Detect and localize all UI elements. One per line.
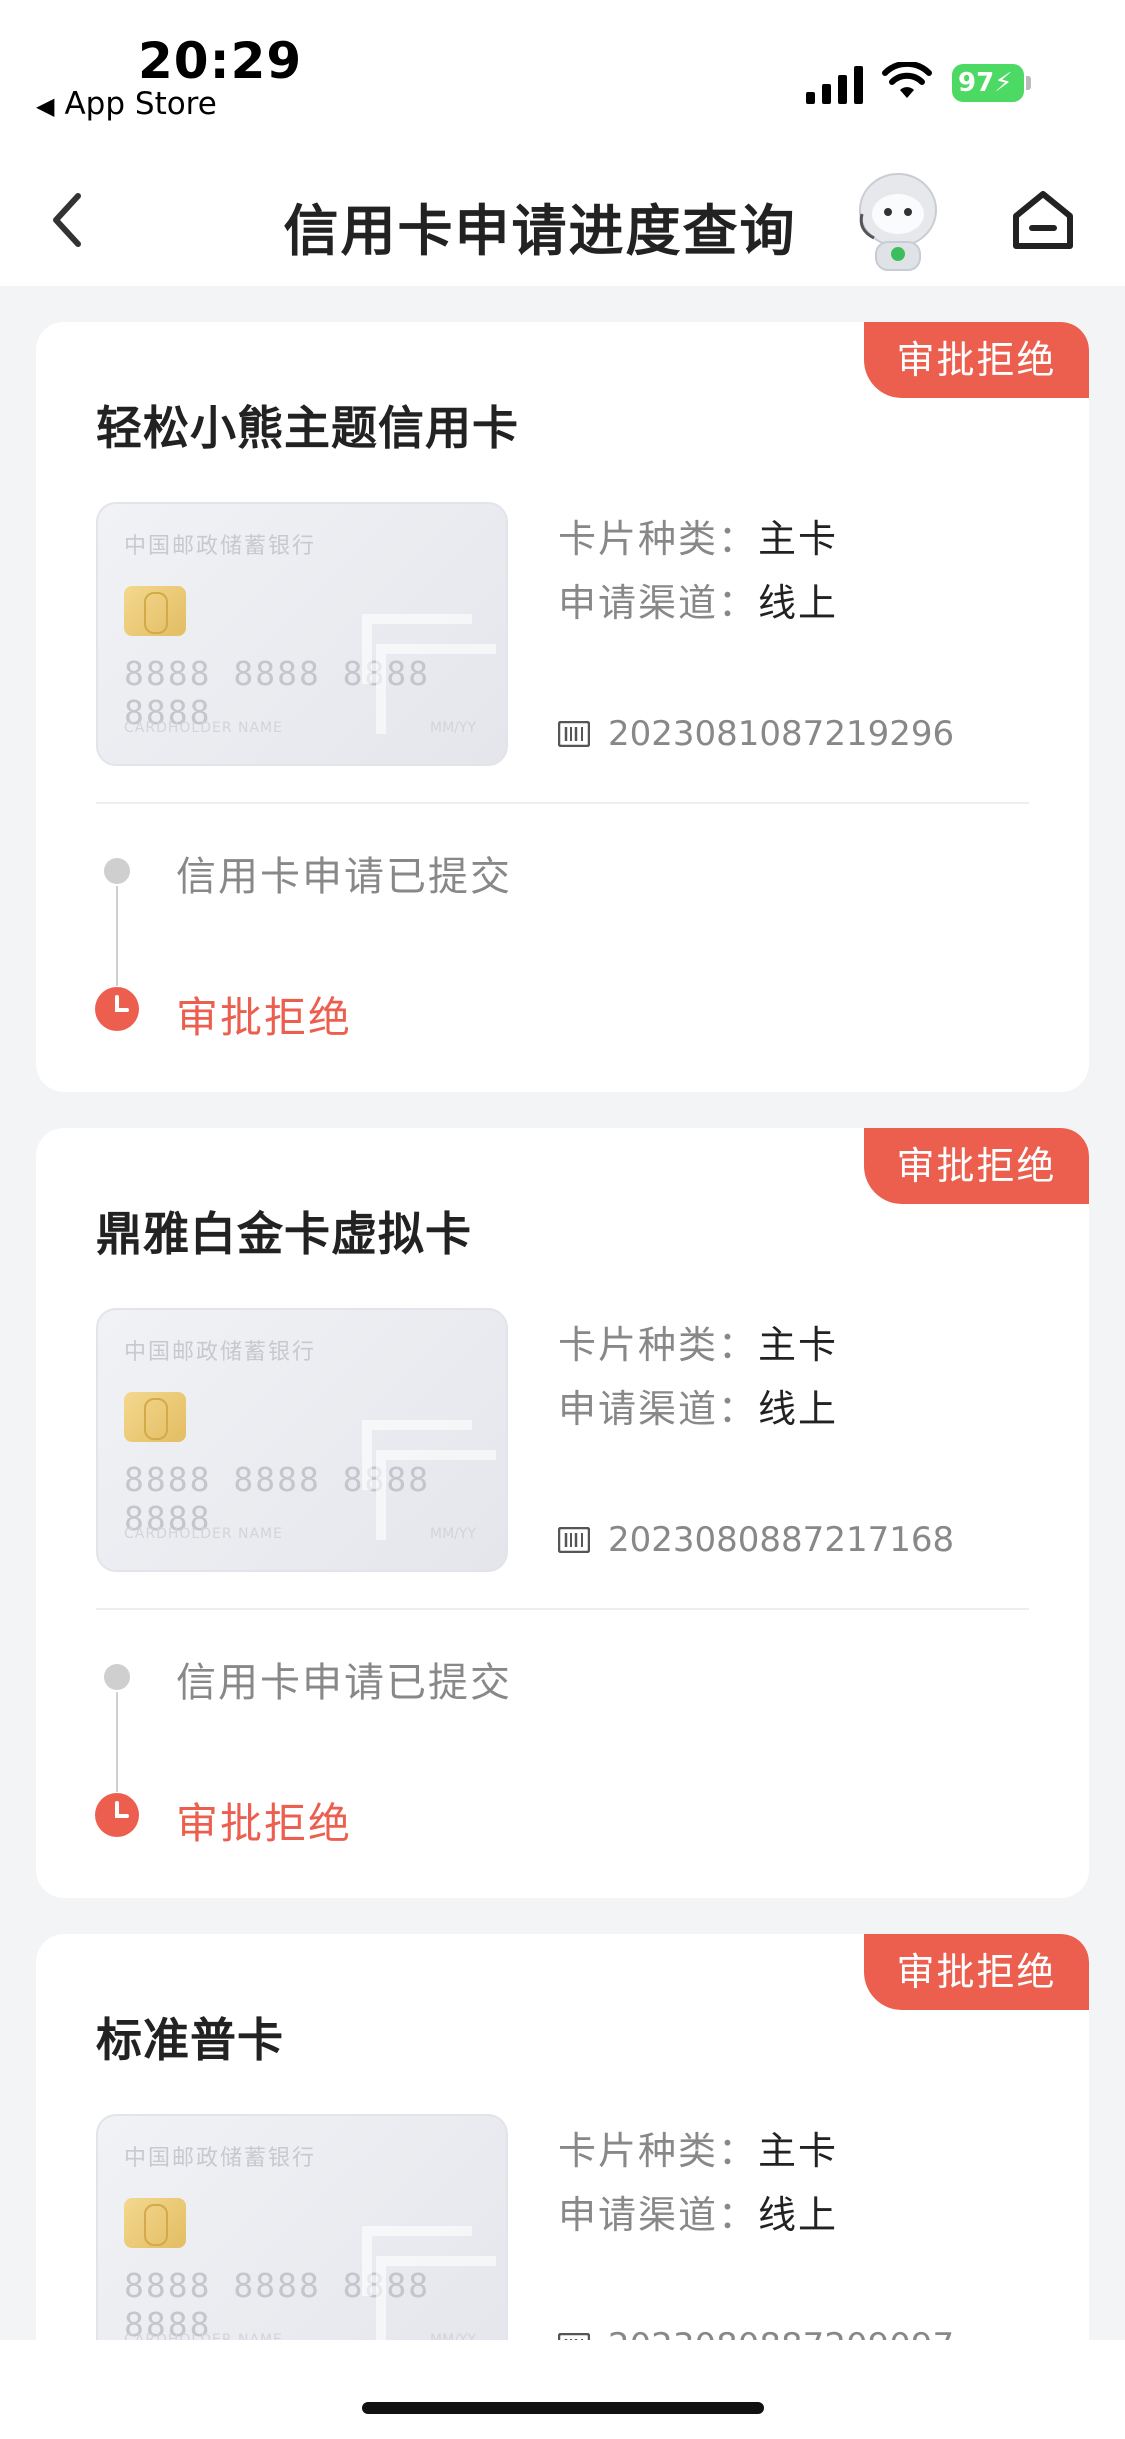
- channel-row: 申请渠道：线上: [558, 581, 839, 625]
- timeline-step-rejected: 审批拒绝: [176, 993, 353, 1042]
- assistant-robot-icon[interactable]: [848, 168, 948, 274]
- timeline-step-rejected: 审批拒绝: [176, 1799, 353, 1848]
- back-to-app-store-link[interactable]: ◀ App Store: [36, 86, 217, 122]
- card-type-row: 卡片种类：主卡: [558, 1323, 839, 1367]
- timeline-dot-icon: [104, 858, 130, 884]
- cardholder-placeholder: CARDHOLDER NAME: [124, 1526, 283, 1542]
- card-product-name: 标准普卡: [96, 2013, 284, 2067]
- card-bank-name: 中国邮政储蓄银行: [124, 1340, 317, 1365]
- bottom-safe-area: [0, 2340, 1125, 2439]
- divider: [96, 1608, 1029, 1610]
- status-bar: 20:29 ◀ App Store 97⚡: [0, 0, 1125, 150]
- card-type-value: 主卡: [758, 1323, 839, 1367]
- divider: [96, 802, 1029, 804]
- clock-icon: [95, 1793, 139, 1837]
- card-chip-icon: [124, 586, 186, 636]
- wifi-icon: [882, 62, 932, 98]
- card-type-value: 主卡: [758, 517, 839, 561]
- card-type-row: 卡片种类：主卡: [558, 517, 839, 561]
- credit-card-image: 中国邮政储蓄银行 8888 8888 8888 8888 CARDHOLDER …: [96, 1308, 508, 1572]
- card-chip-icon: [124, 2198, 186, 2248]
- back-triangle-icon: ◀: [36, 92, 55, 120]
- card-bank-name: 中国邮政储蓄银行: [124, 2146, 317, 2171]
- credit-card-image: 中国邮政储蓄银行 8888 8888 8888 8888 CARDHOLDER …: [96, 502, 508, 766]
- cellular-signal-icon: [806, 66, 863, 104]
- application-id: 2023080887217168: [608, 1520, 955, 1560]
- channel-row: 申请渠道：线上: [558, 2193, 839, 2237]
- timeline-step-submitted: 信用卡申请已提交: [176, 1660, 512, 1706]
- application-card[interactable]: 审批拒绝 鼎雅白金卡虚拟卡 中国邮政储蓄银行 8888 8888 8888 88…: [36, 1128, 1089, 1898]
- back-app-label: App Store: [64, 86, 217, 122]
- battery-level: 97⚡: [952, 64, 1024, 102]
- credit-card-image: 中国邮政储蓄银行 8888 8888 8888 8888 CARDHOLDER …: [96, 2114, 508, 2378]
- timeline-line: [116, 886, 118, 986]
- home-icon[interactable]: [1010, 188, 1076, 252]
- clock-icon: [95, 987, 139, 1031]
- status-badge: 审批拒绝: [864, 1128, 1089, 1204]
- cardholder-placeholder: CARDHOLDER NAME: [124, 720, 283, 736]
- timeline-dot-icon: [104, 1664, 130, 1690]
- application-id-row: 2023080887217168: [558, 1520, 954, 1560]
- timeline-step-submitted: 信用卡申请已提交: [176, 854, 512, 900]
- timeline-line: [116, 1692, 118, 1792]
- channel-value: 线上: [758, 581, 839, 625]
- application-id-row: 2023081087219296: [558, 714, 954, 754]
- application-id: 2023081087219296: [608, 714, 955, 754]
- status-badge: 审批拒绝: [864, 1934, 1089, 2010]
- barcode-icon: [558, 721, 590, 747]
- barcode-icon: [558, 1527, 590, 1553]
- navigation-bar: 信用卡申请进度查询: [0, 150, 1125, 286]
- card-type-value: 主卡: [758, 2129, 839, 2173]
- card-bank-name: 中国邮政储蓄银行: [124, 534, 317, 559]
- card-product-name: 鼎雅白金卡虚拟卡: [96, 1207, 472, 1261]
- home-indicator[interactable]: [362, 2402, 764, 2414]
- card-type-row: 卡片种类：主卡: [558, 2129, 839, 2173]
- battery-icon: 97⚡: [952, 64, 1032, 102]
- card-chip-icon: [124, 1392, 186, 1442]
- status-time: 20:29: [138, 32, 303, 90]
- card-product-name: 轻松小熊主题信用卡: [96, 401, 519, 455]
- channel-row: 申请渠道：线上: [558, 1387, 839, 1431]
- channel-value: 线上: [758, 2193, 839, 2237]
- status-badge: 审批拒绝: [864, 322, 1089, 398]
- channel-value: 线上: [758, 1387, 839, 1431]
- application-card[interactable]: 审批拒绝 轻松小熊主题信用卡 中国邮政储蓄银行 8888 8888 8888 8…: [36, 322, 1089, 1092]
